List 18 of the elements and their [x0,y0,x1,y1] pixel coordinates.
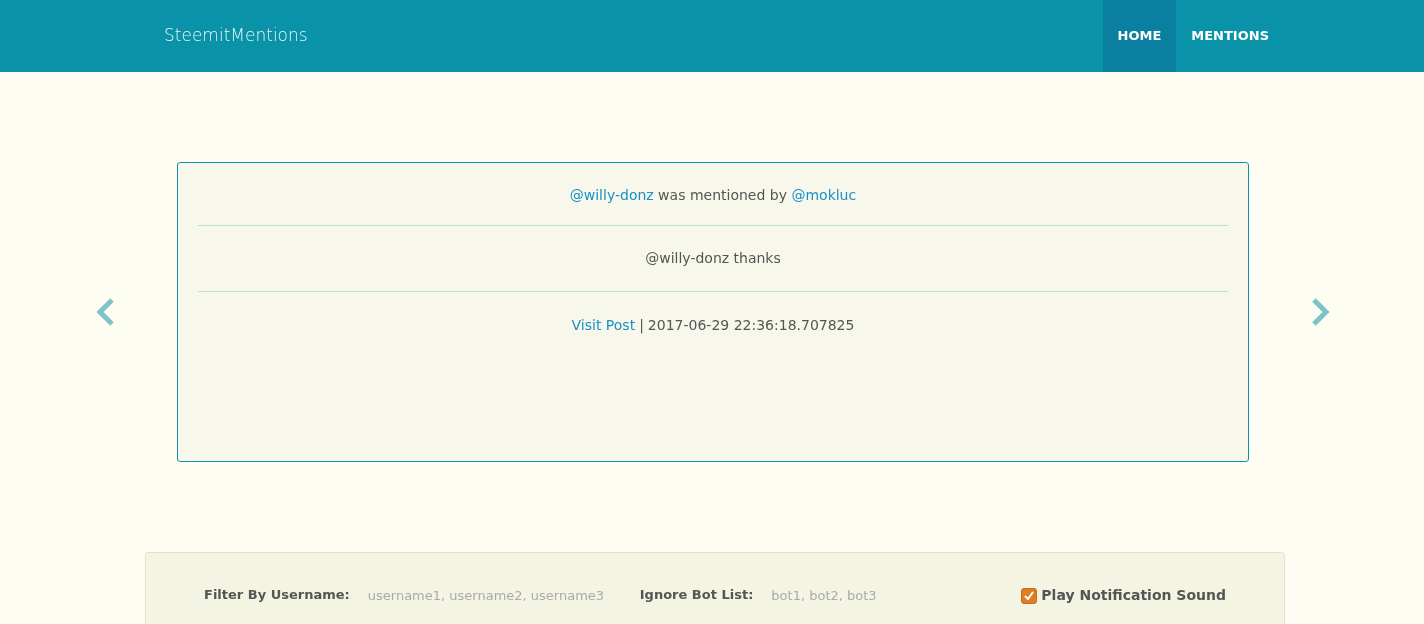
nav-tab[interactable]: MENTIONS [1176,0,1284,72]
bot-list-input-field[interactable]: bot1, bot2, bot3 [769,585,970,607]
checkbox[interactable] [1021,587,1038,604]
chevron-right-icon[interactable] [1310,297,1332,327]
timestamp: 2017-06-29 22:36:18.707825 [647,316,855,335]
username-link[interactable]: @willy-donz [569,187,654,203]
bot-list-label: Ignore Bot List: [639,586,754,604]
author-link[interactable]: @mokluc [791,187,857,203]
mention-body: @willy-donz thanks [644,249,782,268]
username-input-field[interactable]: username1, username2, username3 [365,585,616,607]
chevron-left-icon[interactable] [94,297,116,327]
visit-post-link[interactable]: Visit Post [571,315,636,336]
nav-tab[interactable]: HOME [1102,0,1177,72]
separator: | [639,316,644,336]
mention-heading: @willy-donz was mentioned by @mokluc [568,186,858,205]
filter-label: Filter By Username: [204,586,350,604]
sound-label: Play Notification Sound [1041,586,1226,605]
brand-title[interactable]: SteemitMentions [164,23,308,49]
